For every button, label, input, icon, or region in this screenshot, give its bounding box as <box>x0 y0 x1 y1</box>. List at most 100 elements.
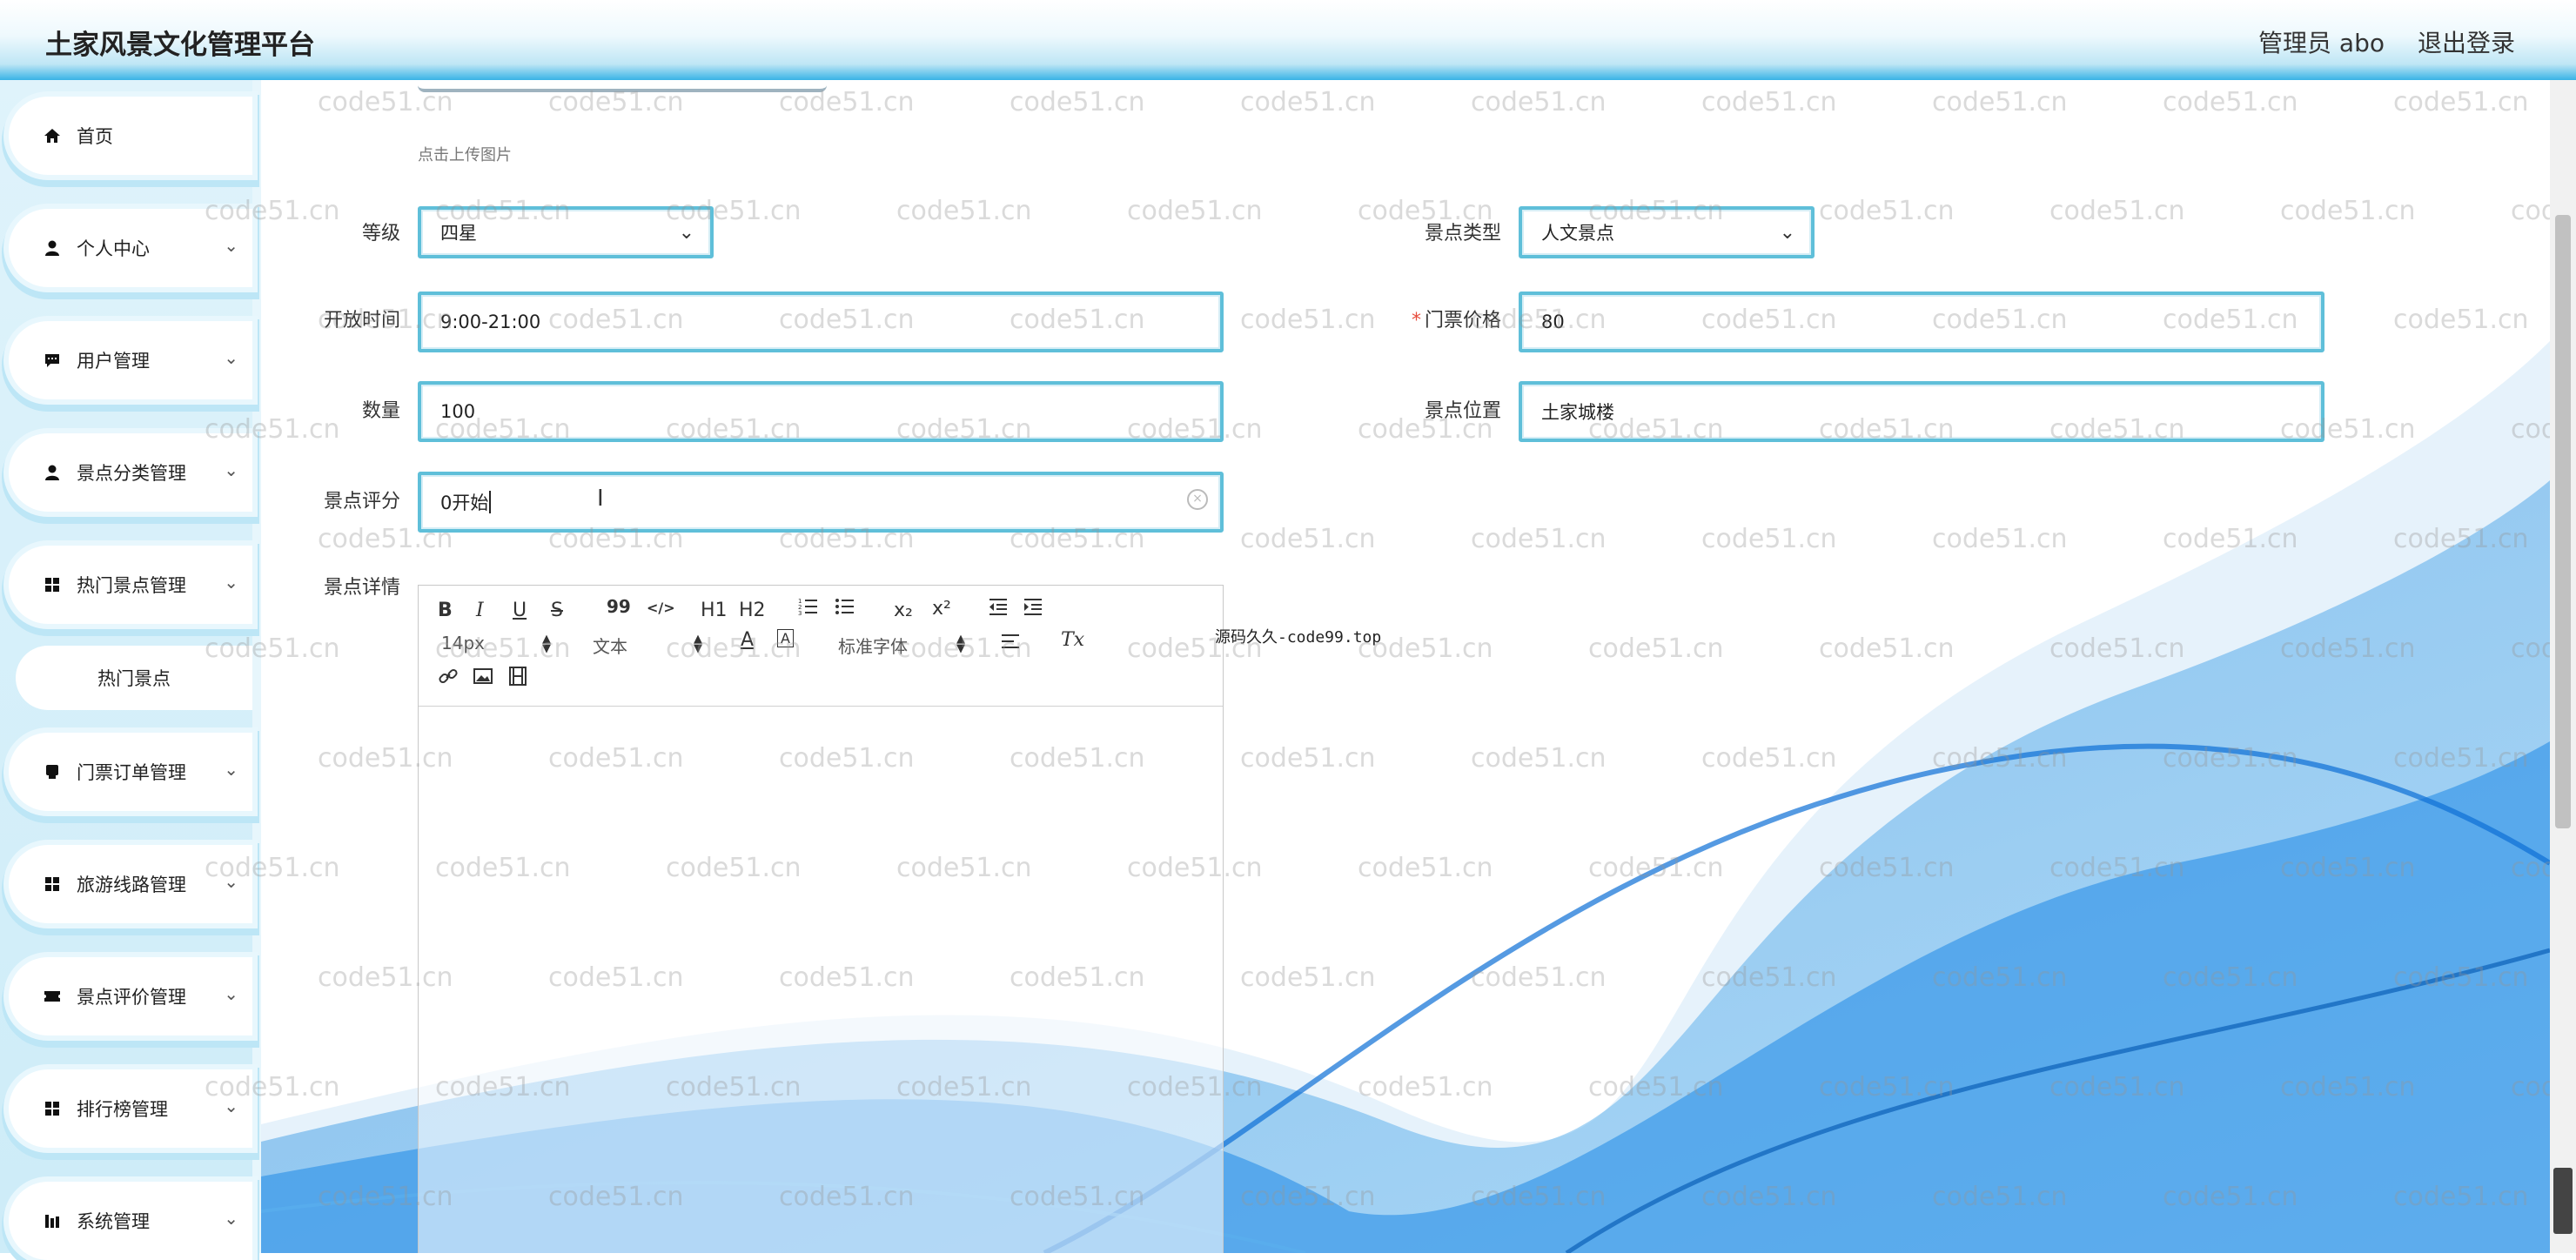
blockquote-button[interactable]: 99 <box>607 596 631 617</box>
main-content: 点击上传图片 等级 四星 ⌄ 景点类型 人文景点 ⌄ 开放时间 9:00-21:… <box>261 80 2550 1253</box>
subscript-button[interactable]: x₂ <box>894 600 913 621</box>
sidebar-item-label: 用户管理 <box>77 351 150 372</box>
grade-label: 等级 <box>361 223 400 245</box>
chevron-down-icon: ⌄ <box>678 222 694 244</box>
sidebar-item-travel-routes[interactable]: 旅游线路管理 ⌄ <box>9 845 252 923</box>
sidebar-item-label: 景点分类管理 <box>77 463 186 484</box>
sidebar-item-label: 系统管理 <box>77 1211 150 1232</box>
sidebar-item-rankings[interactable]: 排行榜管理 ⌄ <box>9 1069 252 1148</box>
ticket-price-value: 80 <box>1541 312 1565 332</box>
ticket-price-input[interactable]: 80 <box>1519 292 2324 352</box>
film-icon <box>44 988 70 1005</box>
svg-text:3: 3 <box>798 610 802 617</box>
strike-button[interactable]: S <box>551 600 563 621</box>
location-label: 景点位置 <box>1424 400 1501 422</box>
ibeam-cursor-icon: I <box>597 486 604 512</box>
sidebar-item-label: 排行榜管理 <box>77 1099 168 1120</box>
heading-1-button[interactable]: H1 <box>701 600 728 621</box>
scenic-type-select[interactable]: 人文景点 ⌄ <box>1519 206 1815 258</box>
ticket-price-label: * 门票价格 <box>1411 310 1501 332</box>
sidebar-item-label: 热门景点管理 <box>77 575 186 596</box>
location-input[interactable]: 土家城楼 <box>1519 381 2324 442</box>
sidebar-item-user-management[interactable]: 用户管理 ⌄ <box>9 321 252 399</box>
video-icon[interactable] <box>507 666 528 692</box>
bold-button[interactable]: B <box>438 600 453 621</box>
scrollbar-end-marker <box>2553 1168 2573 1234</box>
sidebar-item-ticket-orders[interactable]: 门票订单管理 ⌄ <box>9 733 252 811</box>
quantity-input[interactable]: 100 <box>418 381 1224 442</box>
sidebar-item-label: 旅游线路管理 <box>77 875 186 895</box>
sidebar-item-home[interactable]: 首页 <box>9 97 252 175</box>
ticket-icon <box>44 763 70 781</box>
link-icon[interactable] <box>438 666 459 692</box>
font-size-spinner-icon: ▲ ▼ <box>542 633 551 655</box>
font-color-icon[interactable]: A <box>741 629 754 651</box>
sidebar-subitem-hot-scenic[interactable]: 热门景点 <box>16 646 252 710</box>
text-format-select[interactable]: 文本 <box>593 633 627 658</box>
source-watermark-note: 源码久久-code99.top <box>1215 628 1382 647</box>
grade-select[interactable]: 四星 ⌄ <box>418 206 714 258</box>
chevron-down-icon: ⌄ <box>1779 222 1795 244</box>
location-value: 土家城楼 <box>1541 402 1614 423</box>
admin-user-label: 管理员 abo <box>2258 29 2385 57</box>
scrollbar-thumb[interactable] <box>2555 215 2571 828</box>
heading-2-button[interactable]: H2 <box>739 600 766 621</box>
superscript-button[interactable]: x² <box>932 598 951 620</box>
underline-button[interactable]: U <box>513 600 527 621</box>
user-icon <box>44 464 70 481</box>
sidebar-item-label: 景点评价管理 <box>77 987 186 1008</box>
logout-link[interactable]: 退出登录 <box>2418 24 2515 59</box>
indent-icon[interactable] <box>1023 596 1043 622</box>
grid-icon <box>44 875 70 893</box>
quantity-label: 数量 <box>361 400 400 422</box>
editor-toolbar: B I U S 99 </> H1 H2 123 x₂ x² 14px ▲▼ <box>419 586 1223 707</box>
align-icon[interactable] <box>1000 631 1021 657</box>
top-header: 土家风景文化管理平台 管理员 abo 退出登录 <box>0 0 2576 80</box>
sidebar-item-label: 个人中心 <box>77 238 150 259</box>
open-time-label: 开放时间 <box>323 310 400 332</box>
clear-format-button[interactable]: Tx <box>1061 629 1084 651</box>
chevron-down-icon: ⌄ <box>224 1208 238 1229</box>
clear-icon[interactable]: × <box>1187 489 1208 510</box>
chevron-down-icon: ⌄ <box>224 759 238 780</box>
ordered-list-icon[interactable]: 123 <box>798 596 819 622</box>
chevron-down-icon: ⌄ <box>224 572 238 593</box>
editor-content-area[interactable] <box>419 707 1223 1253</box>
chevron-down-icon: ⌄ <box>224 1096 238 1116</box>
sidebar-item-label: 门票订单管理 <box>77 762 186 783</box>
sidebar-item-system[interactable]: 系统管理 ⌄ <box>9 1182 252 1260</box>
open-time-input[interactable]: 9:00-21:00 <box>418 292 1224 352</box>
font-size-select[interactable]: 14px <box>441 633 485 653</box>
home-icon <box>44 127 70 144</box>
background-color-icon[interactable]: A <box>777 629 794 647</box>
page-scrollbar[interactable] <box>2550 80 2576 1253</box>
required-mark: * <box>1411 310 1421 332</box>
sidebar-item-hot-scenic[interactable]: 热门景点管理 ⌄ <box>9 546 252 624</box>
text-cursor <box>489 491 492 513</box>
rich-text-editor[interactable]: B I U S 99 </> H1 H2 123 x₂ x² 14px ▲▼ <box>418 585 1224 1253</box>
detail-label: 景点详情 <box>323 577 400 599</box>
image-icon[interactable] <box>473 666 493 692</box>
chevron-down-icon: ⌄ <box>224 235 238 256</box>
sidebar-item-label: 首页 <box>77 126 113 147</box>
sidebar-item-scenic-category[interactable]: 景点分类管理 ⌄ <box>9 433 252 512</box>
format-spinner-icon: ▲ ▼ <box>694 633 702 655</box>
app-title: 土家风景文化管理平台 <box>45 30 315 61</box>
grid-icon <box>44 576 70 593</box>
grade-value: 四星 <box>440 223 477 244</box>
rating-input[interactable]: 0开始 × <box>418 472 1224 533</box>
rating-label: 景点评分 <box>323 491 400 513</box>
bullet-list-icon[interactable] <box>835 596 855 622</box>
sidebar-item-scenic-reviews[interactable]: 景点评价管理 ⌄ <box>9 957 252 1035</box>
image-preview-edge <box>418 80 827 92</box>
code-block-button[interactable]: </> <box>647 600 675 616</box>
chevron-down-icon: ⌄ <box>224 871 238 892</box>
upload-image-hint[interactable]: 点击上传图片 <box>418 143 512 165</box>
quantity-value: 100 <box>440 401 476 422</box>
sidebar-item-personal-center[interactable]: 个人中心 ⌄ <box>9 209 252 287</box>
chevron-down-icon: ⌄ <box>224 983 238 1004</box>
rating-value: 0开始 <box>440 493 489 513</box>
font-family-select[interactable]: 标准字体 <box>838 633 908 658</box>
outdent-icon[interactable] <box>988 596 1009 622</box>
italic-button[interactable]: I <box>476 600 484 621</box>
